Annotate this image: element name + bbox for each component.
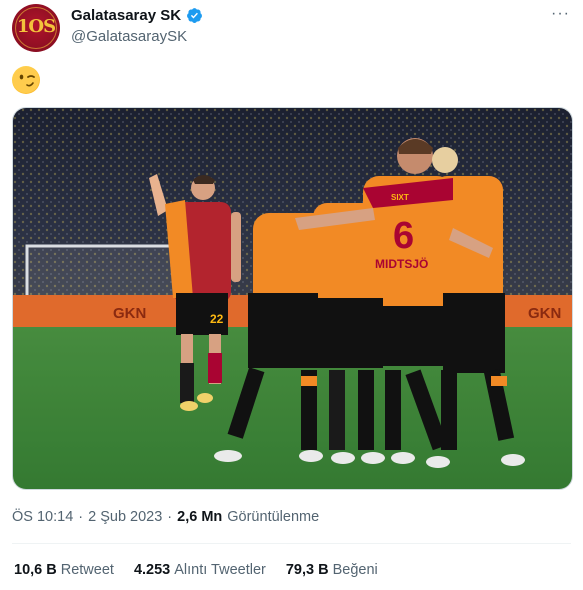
jersey-sponsor: SIXT [391,193,409,202]
jersey-number: 6 [393,215,414,257]
verified-badge-icon [187,8,203,23]
jersey-name: MIDTSJÖ [375,256,428,271]
author-display-name[interactable]: Galatasaray SK [71,7,181,24]
retweets-count: 10,6 B [14,562,57,578]
likes-label: Beğeni [332,562,378,578]
quote-tweets-label: Alıntı Tweetler [174,562,266,578]
engagement-stats: 10,6 B Retweet 4.253 Alıntı Tweetler 79,… [14,562,378,578]
author-handle[interactable]: @GalatasaraySK [71,28,187,45]
meta-separator: · [78,509,84,525]
winking-face-icon [13,67,39,93]
author-name-row: Galatasaray SK [71,7,203,24]
avatar-ring [15,7,57,49]
views-label: Görüntülenme [227,509,320,525]
tweet-date[interactable]: 2 Şub 2023 [88,509,162,525]
tweet-meta: ÖS 10:14 · 2 Şub 2023 · 2,6 Mn Görüntüle… [12,509,319,525]
meta-separator: · [167,509,173,525]
likes-stat[interactable]: 79,3 B Beğeni [286,562,378,578]
likes-count: 79,3 B [285,562,329,578]
tweet-time[interactable]: ÖS 10:14 [12,509,73,525]
more-options-icon[interactable]: ··· [551,6,570,22]
views-count: 2,6 Mn [177,509,223,525]
divider [12,543,571,544]
retweets-label: Retweet [60,562,114,578]
tweet-text-emoji [12,66,40,94]
player-left-number: 22 [210,312,224,326]
ad-board-right: GKN [528,305,561,322]
quote-tweets-stat[interactable]: 4.253 Alıntı Tweetler [134,562,266,578]
football-celebration-photo: GKN GKN 22 SIXT 6 MIDTSJÖ [13,108,572,489]
tweet-photo[interactable]: GKN GKN 22 SIXT 6 MIDTSJÖ [12,107,573,490]
avatar[interactable]: 1OS [12,4,60,52]
tweet: 1OS Galatasaray SK @GalatasaraySK ··· GK… [0,0,583,590]
quote-tweets-count: 4.253 [133,562,171,578]
ad-board-left: GKN [113,305,146,322]
retweets-stat[interactable]: 10,6 B Retweet [14,562,114,578]
